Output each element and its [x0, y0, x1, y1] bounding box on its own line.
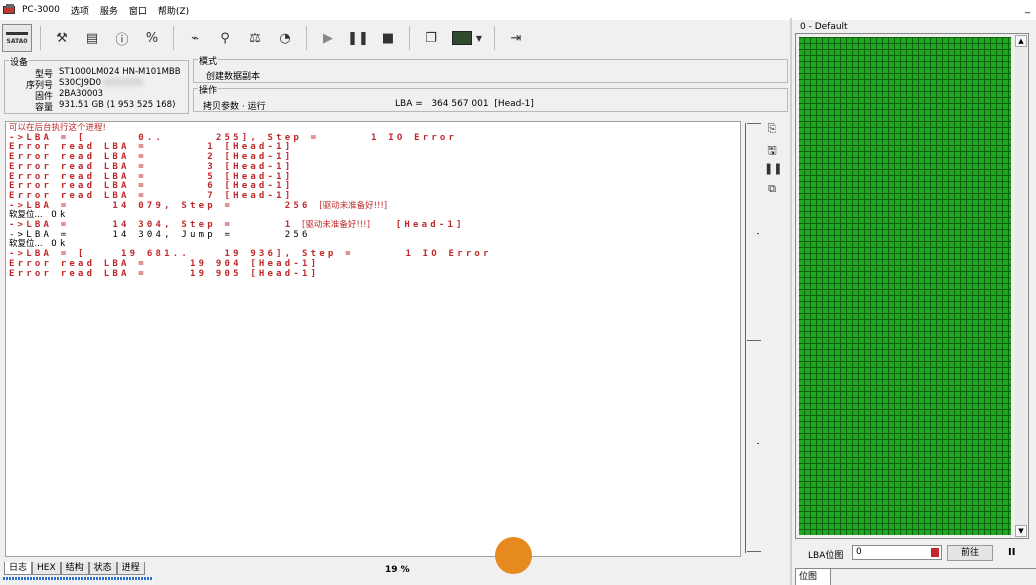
operation-value: 拷贝参数 · 运行 [203, 102, 266, 112]
tab-structure[interactable]: 结构 [60, 562, 89, 575]
menu-service[interactable]: 服务 [100, 4, 118, 17]
serial-redacted [103, 78, 144, 86]
log-text-segment: 软复位... [9, 239, 43, 250]
device-group: 设备 型号 ST1000LM024 HN-M101MBB 序列号 S30CJ9D… [4, 55, 189, 114]
menu-window[interactable]: 窗口 [129, 4, 147, 17]
tab-status[interactable]: 状态 [88, 562, 117, 575]
lba-input[interactable]: 0 [852, 545, 942, 560]
power-icon[interactable]: ⌁ [182, 25, 208, 51]
lba-bitmap-label: LBA位图 [808, 551, 844, 561]
log-line: ->LBA = 14 304, Jump = 256 [9, 230, 492, 241]
log-text-segment: Error read LBA = 7 [Head-1] [9, 190, 294, 201]
tab-strip-line [831, 568, 1036, 569]
log-text-segment: Error read LBA = 3 [Head-1] [9, 161, 294, 172]
windows-icon[interactable]: ❐ [418, 25, 444, 51]
pause-icon[interactable]: ❚❚ [345, 25, 371, 51]
exit-icon[interactable]: ⇥ [503, 25, 529, 51]
goto-button[interactable]: 前往 [947, 545, 993, 561]
log-line: ->LBA = 14 079, Step = 256 [驱动未准备好!!!] [9, 200, 492, 212]
log-text-segment: Error read LBA = 5 [Head-1] [9, 171, 294, 182]
log-text-segment: [驱动未准备好!!!] [302, 220, 370, 231]
mode-group: 模式 创建数据副本 [193, 54, 788, 83]
log-text-segment: Error read LBA = 1 [Head-1] [9, 142, 294, 153]
smart-percent-icon[interactable]: % [139, 25, 165, 51]
copy-icon[interactable]: ⧉ [764, 182, 780, 198]
drive-id-icon[interactable]: ▤ [79, 25, 105, 51]
save-icon[interactable]: 🖫 [764, 142, 780, 158]
mode-value: 创建数据副本 [206, 72, 261, 82]
minimize-button[interactable]: _ [1025, 3, 1030, 14]
sector-grid [799, 37, 1011, 535]
capacity-label: 容量 [34, 103, 53, 113]
log-text-segment: ->LBA = [ 19 681.. 19 936], Step = 1 IO … [9, 249, 492, 260]
log-line: Error read LBA = 19 905 [Head-1] [9, 268, 492, 280]
play-icon[interactable]: ▶ [315, 25, 341, 51]
scroll-down-icon[interactable]: ▼ [1015, 525, 1027, 537]
progress-bar [3, 577, 153, 580]
log-scale-track[interactable] [743, 123, 761, 553]
scale-icon[interactable]: ⚖ [242, 25, 268, 51]
log-panel[interactable]: 可以在后台执行这个进程! ->LBA = [ 0.. 255], Step = 1… [5, 121, 741, 574]
scroll-up-icon[interactable]: ▲ [1015, 35, 1027, 47]
toolbar-separator [409, 26, 410, 50]
disk-icon[interactable]: ◔ [272, 25, 298, 51]
tools-icon[interactable]: ⚒ [49, 25, 75, 51]
log-text-segment: [Head-1] [369, 220, 465, 231]
log-text-segment: Error read LBA = 2 [Head-1] [9, 152, 294, 163]
tab-hex[interactable]: HEX [32, 562, 61, 575]
toolbar: SATA0 ⚒ ▤ ⓘ % ⌁ ⚲ ⚖ ◔ ▶ ❚❚ ■ ❐ ▼ ⇥ [0, 22, 790, 54]
log-text-segment: Error read LBA = 6 [Head-1] [9, 181, 294, 192]
toolbar-separator [40, 26, 41, 50]
monitor-icon [451, 31, 472, 45]
tab-bitmap[interactable]: 位图 [795, 568, 831, 585]
mode-group-title: 模式 [198, 54, 219, 67]
log-side-tools: ⎘ 🖫 ❚❚ ⧉ [764, 122, 782, 202]
drive-info-icon[interactable]: ⓘ [109, 25, 135, 51]
log-text-segment: Error read LBA = 19 905 [Head-1] [9, 268, 320, 279]
stop-icon[interactable]: ■ [375, 25, 401, 51]
log-text-segment: [驱动未准备好!!!] [319, 200, 388, 211]
map-pause-button[interactable]: II [1008, 547, 1015, 558]
app-title: PC-3000 [22, 5, 60, 15]
chevron-down-icon: ▼ [475, 33, 483, 43]
toolbar-separator [173, 26, 174, 50]
log-text-segment: ->LBA = 14 304, Step = 1 [9, 220, 303, 231]
lba-input-icon[interactable] [931, 548, 939, 557]
log-text-segment: Ok [42, 210, 69, 221]
map-title: 0 - Default [800, 22, 848, 32]
pause-log-icon[interactable]: ❚❚ [764, 162, 782, 178]
map-scrollbar[interactable]: ▲ ▼ [1015, 35, 1027, 537]
bottom-tabs: 日志 HEX 结构 状态 进程 [4, 562, 145, 576]
tab-log[interactable]: 日志 [4, 562, 33, 575]
cursor-highlight-dot [495, 537, 532, 574]
log-text-segment: 软复位... [9, 210, 43, 221]
tab-process[interactable]: 进程 [116, 562, 145, 575]
log-text-segment: ->LBA = [ 0.. 255], Step = 1 IO Error [9, 132, 458, 143]
lba-input-value: 0 [856, 547, 862, 557]
log-text-segment: Ok [42, 239, 69, 250]
monitor-dropdown[interactable]: ▼ [448, 25, 486, 51]
progress-percent: 19 % [385, 565, 410, 575]
capacity-value: 931.51 GB (1 953 525 168) [59, 100, 176, 110]
sata-port-label: SATA0 [6, 37, 28, 45]
capacity-row: 容量 931.51 GB (1 953 525 168) [5, 100, 176, 113]
operation-group-title: 操作 [198, 83, 219, 96]
operation-group: 操作 拷贝参数 · 运行 LBA = 364 567 001 [Head-1] [193, 83, 788, 112]
toolbar-separator [494, 26, 495, 50]
title-bar: PC-3000 选项 服务 窗口 帮助(Z) _ [0, 0, 1036, 20]
export-icon[interactable]: ⎘ [764, 122, 780, 138]
app-logo-icon [3, 4, 17, 16]
menu-options[interactable]: 选项 [71, 4, 89, 17]
toolbar-separator [306, 26, 307, 50]
log-text: 可以在后台执行这个进程! ->LBA = [ 0.. 255], Step = 1… [9, 123, 492, 280]
sata-port-button[interactable]: SATA0 [2, 24, 32, 52]
menu-help[interactable]: 帮助(Z) [158, 4, 189, 17]
log-text-segment: Error read LBA = 19 904 [Head-1] [9, 258, 320, 269]
panel-splitter[interactable] [790, 18, 792, 585]
log-text-segment: 可以在后台执行这个进程! [9, 123, 106, 133]
binoculars-icon[interactable]: ⚲ [212, 25, 238, 51]
operation-lba: LBA = 364 567 001 [Head-1] [395, 99, 534, 109]
sector-map[interactable]: ▲ ▼ [795, 33, 1029, 539]
